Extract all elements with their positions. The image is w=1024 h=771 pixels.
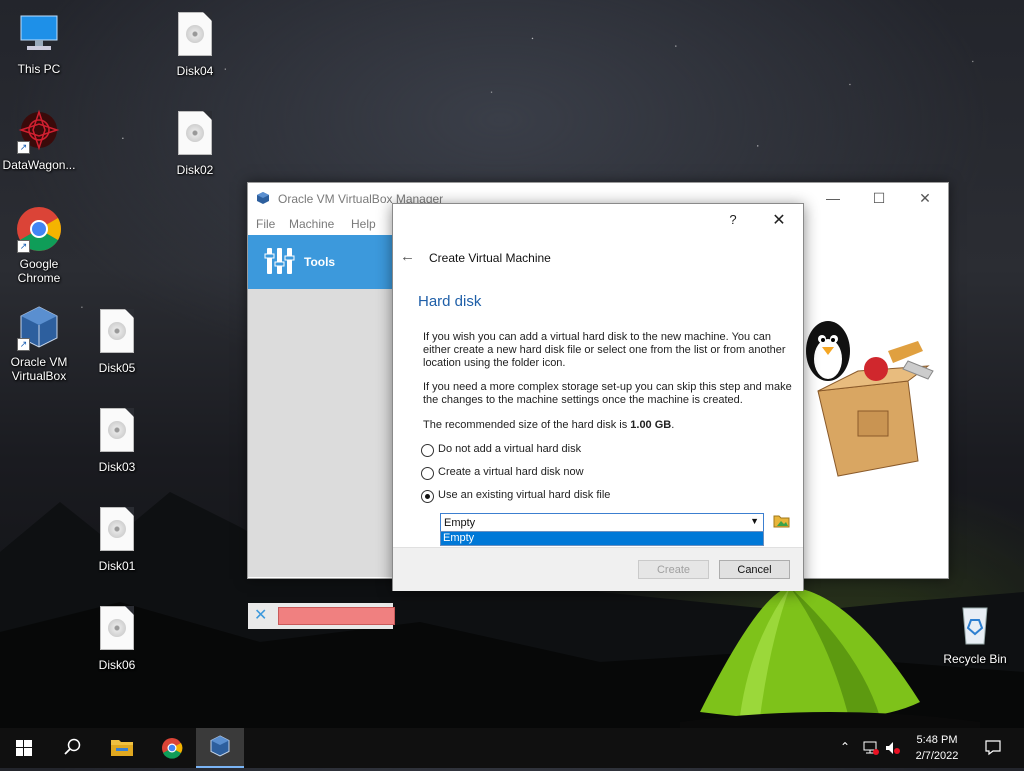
menu-machine[interactable]: Machine <box>289 217 334 231</box>
minimize-button[interactable]: — <box>810 183 856 213</box>
desktop-icon-disk06[interactable]: Disk06 <box>79 604 155 672</box>
desktop-icon-label: Recycle Bin <box>943 652 1007 666</box>
desktop-icon-label: Disk03 <box>98 460 136 474</box>
hard-disk-dropdown-list: Empty <box>440 531 764 546</box>
desktop-icon-disk04[interactable]: Disk04 <box>157 10 233 78</box>
radio-button-icon <box>421 444 434 457</box>
desktop-icon-label: Disk04 <box>176 64 214 78</box>
tent-illustration <box>680 587 980 732</box>
desktop-icon-label: Disk06 <box>98 658 136 672</box>
folder-icon <box>111 740 133 756</box>
menu-help[interactable]: Help <box>351 217 376 231</box>
desktop-icon-label: This PC <box>17 62 61 76</box>
desktop-icon-label: Disk05 <box>98 361 136 375</box>
sidebar-item-tools[interactable]: Tools <box>248 235 393 289</box>
taskbar: ⌃ 5:48 PM 2/7/2022 <box>0 728 1024 768</box>
disk-image-file-icon <box>171 111 219 159</box>
volume-icon[interactable] <box>884 740 902 759</box>
radio-label: Create a virtual hard disk now <box>438 466 584 478</box>
desktop-icon-label: Disk01 <box>98 559 136 573</box>
dialog-close-button[interactable]: ✕ <box>769 210 789 230</box>
virtualbox-icon <box>210 735 230 757</box>
datawagon-icon: ↗ <box>15 106 63 154</box>
chrome-icon: ↗ <box>15 205 63 253</box>
shortcut-arrow-icon: ↗ <box>17 141 30 154</box>
search-icon <box>64 738 81 755</box>
create-button[interactable]: Create <box>638 560 709 579</box>
desktop-icon-disk05[interactable]: Disk05 <box>79 307 155 375</box>
desktop-icon-virtualbox[interactable]: ↗ Oracle VM VirtualBox <box>1 303 77 383</box>
machine-sidebar: Tools ✕ <box>248 235 395 629</box>
storage-setup-note: If you need a more complex storage set-u… <box>423 381 792 406</box>
system-clock[interactable]: 5:48 PM 2/7/2022 <box>908 732 966 764</box>
close-search-icon[interactable]: ✕ <box>254 608 270 624</box>
dialog-button-bar: Create Cancel <box>393 547 803 591</box>
section-title: Hard disk <box>418 293 482 310</box>
recommended-size-label: The recommended size of the hard disk is <box>423 419 631 431</box>
virtualbox-icon: ↗ <box>15 303 63 351</box>
shortcut-arrow-icon: ↗ <box>17 338 30 351</box>
sidebar-item-label: Tools <box>304 255 336 269</box>
maximize-button[interactable]: ☐ <box>856 183 902 213</box>
shortcut-arrow-icon: ↗ <box>17 240 30 253</box>
show-hidden-icons-icon[interactable]: ⌃ <box>840 740 850 754</box>
cancel-button[interactable]: Cancel <box>719 560 790 579</box>
monitor-icon <box>15 10 63 58</box>
sidebar-search-bar: ✕ <box>248 603 395 629</box>
close-button[interactable]: ✕ <box>902 183 948 213</box>
desktop-icon-label: DataWagon... <box>2 158 76 172</box>
hard-disk-file-select[interactable]: Empty ▼ <box>440 513 764 533</box>
start-button[interactable] <box>0 728 48 768</box>
clock-time: 5:48 PM <box>916 734 958 746</box>
taskbar-file-explorer[interactable] <box>98 728 146 768</box>
virtualbox-mascot-illustration <box>806 321 934 477</box>
radio-button-selected-icon <box>421 490 434 503</box>
taskbar-chrome[interactable] <box>148 728 196 768</box>
notifications-icon[interactable] <box>984 738 1002 759</box>
choose-disk-file-folder-icon[interactable] <box>773 514 790 528</box>
help-button[interactable]: ? <box>724 212 742 230</box>
disk-image-file-icon <box>171 12 219 60</box>
search-button[interactable] <box>48 728 96 768</box>
desktop-icon-recycle-bin[interactable]: Recycle Bin <box>937 600 1013 666</box>
disk-image-file-icon <box>93 606 141 654</box>
tools-icon <box>264 248 295 274</box>
windows-logo-icon <box>16 740 32 756</box>
create-vm-dialog: ? ✕ ← Create Virtual Machine Hard disk I… <box>392 203 804 591</box>
desktop-icon-disk01[interactable]: Disk01 <box>79 505 155 573</box>
desktop-icon-chrome[interactable]: ↗ Google Chrome <box>1 205 77 285</box>
desktop-icon-disk03[interactable]: Disk03 <box>79 406 155 474</box>
recommended-size-suffix: . <box>671 419 675 431</box>
desktop-icon-disk02[interactable]: Disk02 <box>157 109 233 177</box>
taskbar-virtualbox[interactable] <box>196 728 244 768</box>
dropdown-arrow-icon[interactable]: ▼ <box>750 516 759 526</box>
radio-label: Use an existing virtual hard disk file <box>438 489 611 501</box>
menu-file[interactable]: File <box>256 217 275 231</box>
recommended-size-text: The recommended size of the hard disk is… <box>423 419 674 431</box>
desktop-icon-label: Oracle VM VirtualBox <box>10 355 68 383</box>
desktop-icon-datawagon[interactable]: ↗ DataWagon... <box>1 106 77 172</box>
desktop-icon-label: Google Chrome <box>17 257 61 285</box>
network-icon[interactable] <box>862 740 880 759</box>
disk-image-file-icon <box>93 309 141 357</box>
disk-image-file-icon <box>93 507 141 555</box>
dialog-title: Create Virtual Machine <box>429 251 551 265</box>
virtualbox-icon <box>257 192 269 204</box>
radio-button-icon <box>421 467 434 480</box>
search-input[interactable] <box>278 607 395 625</box>
back-arrow-icon[interactable]: ← <box>400 249 416 265</box>
desktop-icon-label: Disk02 <box>176 163 214 177</box>
selected-disk-value: Empty <box>444 517 476 529</box>
desktop-icon-this-pc[interactable]: This PC <box>1 10 77 76</box>
radio-label: Do not add a virtual hard disk <box>438 443 582 455</box>
clock-date: 2/7/2022 <box>915 750 959 762</box>
disk-image-file-icon <box>93 408 141 456</box>
chrome-icon <box>162 738 183 759</box>
recommended-size-value: 1.00 GB <box>630 419 672 431</box>
hard-disk-description: If you wish you can add a virtual hard d… <box>423 331 786 369</box>
dropdown-option-empty[interactable]: Empty <box>441 532 763 545</box>
recycle-bin-icon <box>951 600 999 648</box>
